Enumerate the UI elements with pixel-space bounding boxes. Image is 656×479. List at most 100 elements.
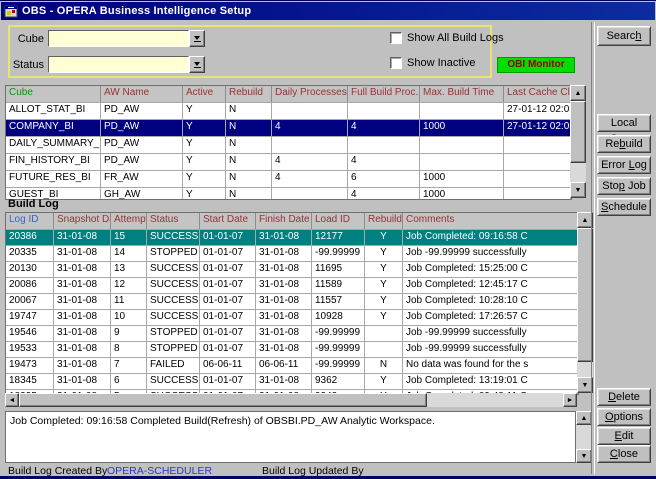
comment-box-scrollbar[interactable]: ▲ ▼ bbox=[576, 411, 592, 463]
build-log-row[interactable]: 2006731-01-0811SUCCESS01-01-0731-01-0811… bbox=[6, 294, 578, 310]
grid-cell: 31-01-08 bbox=[54, 278, 111, 293]
grid-cell: 31-01-08 bbox=[256, 278, 312, 293]
build-log-row[interactable]: 1953331-01-088STOPPED01-01-0731-01-08-99… bbox=[6, 342, 578, 358]
obi-monitor-indicator[interactable]: OBI Monitor bbox=[497, 57, 575, 73]
grid-cell: 31-01-08 bbox=[54, 310, 111, 325]
grid-cell: 4 bbox=[272, 120, 348, 136]
grid-cell: Job Completed: 09:16:58 C bbox=[403, 230, 578, 245]
grid-cell bbox=[420, 103, 504, 119]
grid-cell: 31-01-08 bbox=[54, 358, 111, 373]
grid-cell: 19546 bbox=[6, 326, 54, 341]
grid-cell: 31-01-08 bbox=[54, 246, 111, 261]
grid-cell: Job -99.99999 successfully bbox=[403, 326, 578, 341]
cube-dropdown-button[interactable] bbox=[189, 30, 205, 47]
grid-cell: SUCCESS bbox=[147, 374, 200, 389]
stop-job-button[interactable]: Stop Job bbox=[597, 177, 651, 195]
cube-grid: CubeAW NameActiveRebuildDaily ProcessesF… bbox=[5, 85, 572, 200]
grid-cell: 27-01-12 02:05 PM bbox=[504, 103, 571, 119]
rebuild-button[interactable]: Rebuild bbox=[597, 135, 651, 153]
show-all-build-logs-checkbox[interactable] bbox=[390, 32, 402, 44]
grid-cell: 11589 bbox=[312, 278, 365, 293]
options-button[interactable]: Options bbox=[597, 408, 651, 426]
grid-cell: 31-01-08 bbox=[54, 326, 111, 341]
grid-cell: Y bbox=[365, 230, 403, 245]
grid-cell: FR_AW bbox=[101, 171, 183, 187]
edit-button[interactable]: Edit bbox=[597, 427, 651, 445]
scrollbar-thumb[interactable] bbox=[570, 101, 586, 163]
grid-cell: DAILY_SUMMARY_BI bbox=[6, 137, 101, 153]
grid-cell: 31-01-08 bbox=[256, 294, 312, 309]
cube-grid-row[interactable]: GUEST_BIGH_AWYN41000 bbox=[6, 188, 571, 200]
grid-cell: N bbox=[226, 120, 272, 136]
panel-separator bbox=[591, 22, 595, 474]
build-log-row[interactable]: 2013031-01-0813SUCCESS01-01-0731-01-0811… bbox=[6, 262, 578, 278]
grid-cell: 31-01-08 bbox=[54, 342, 111, 357]
grid-cell: 31-01-08 bbox=[256, 246, 312, 261]
grid-cell: Y bbox=[183, 154, 226, 170]
title-bar: OBS - OPERA Business Intelligence Setup bbox=[1, 2, 655, 20]
grid-header-cell: Daily Processes bbox=[272, 86, 348, 102]
local-sync-button[interactable]: Local Sync. bbox=[597, 114, 651, 132]
build-log-row[interactable]: 1974731-01-0810SUCCESS01-01-0731-01-0810… bbox=[6, 310, 578, 326]
cube-grid-row-header: CubeAW NameActiveRebuildDaily ProcessesF… bbox=[6, 86, 571, 103]
scrollbar-down-icon[interactable]: ▼ bbox=[576, 449, 592, 463]
build-log-row[interactable]: 2033531-01-0814STOPPED01-01-0731-01-08-9… bbox=[6, 246, 578, 262]
error-log-button[interactable]: Error Log bbox=[597, 156, 651, 174]
grid-header-cell: Log ID bbox=[6, 213, 54, 229]
delete-log-button[interactable]: Delete Log bbox=[597, 388, 651, 406]
status-field[interactable] bbox=[48, 56, 189, 73]
grid-cell: SUCCESS bbox=[147, 262, 200, 277]
grid-cell: Job Completed: 12:45:17 C bbox=[403, 278, 578, 293]
build-log-row[interactable]: 1834531-01-086SUCCESS01-01-0731-01-08936… bbox=[6, 374, 578, 390]
cube-field[interactable] bbox=[48, 30, 189, 47]
grid-cell: SUCCESS bbox=[147, 278, 200, 293]
grid-cell bbox=[348, 137, 420, 153]
cube-grid-row[interactable]: ALLOT_STAT_BIPD_AWYN27-01-12 02:05 PM bbox=[6, 103, 571, 120]
grid-cell: 9 bbox=[111, 326, 147, 341]
search-button[interactable]: Search bbox=[597, 26, 651, 46]
grid-cell: N bbox=[226, 137, 272, 153]
app-icon bbox=[4, 4, 18, 18]
build-log-grid: Log IDSnapshot DateAttemptStatusStart Da… bbox=[5, 212, 579, 395]
grid-cell: SUCCESS bbox=[147, 230, 200, 245]
build-log-row[interactable]: 2008631-01-0812SUCCESS01-01-0731-01-0811… bbox=[6, 278, 578, 294]
cube-grid-row[interactable]: COMPANY_BIPD_AWYN44100027-01-12 02:05 PM bbox=[6, 120, 571, 137]
status-dropdown-button[interactable] bbox=[189, 56, 205, 73]
grid-cell: 4 bbox=[272, 171, 348, 187]
schedule-button[interactable]: Schedule bbox=[597, 198, 651, 216]
grid-cell: 4 bbox=[272, 154, 348, 170]
cube-grid-row[interactable]: FIN_HISTORY_BIPD_AWYN44 bbox=[6, 154, 571, 171]
grid-cell: 11557 bbox=[312, 294, 365, 309]
grid-cell: 31-01-08 bbox=[256, 342, 312, 357]
close-button[interactable]: Close bbox=[597, 445, 651, 463]
cube-grid-row[interactable]: DAILY_SUMMARY_BIPD_AWYN bbox=[6, 137, 571, 154]
show-inactive-checkbox[interactable] bbox=[390, 57, 402, 69]
build-log-row[interactable]: 1947331-01-087FAILED06-06-1106-06-11-99.… bbox=[6, 358, 578, 374]
grid-cell: PD_AW bbox=[101, 154, 183, 170]
grid-cell: 31-01-08 bbox=[54, 294, 111, 309]
grid-cell: Job Completed: 10:28:10 C bbox=[403, 294, 578, 309]
cube-grid-row[interactable]: FUTURE_RES_BIFR_AWYN461000 bbox=[6, 171, 571, 188]
scrollbar-left-icon[interactable]: ◄ bbox=[5, 393, 19, 407]
comment-box[interactable]: Job Completed: 09:16:58 Completed Build(… bbox=[5, 411, 576, 463]
grid-header-cell: Last Cache Clear bbox=[504, 86, 571, 102]
grid-cell: SUCCESS bbox=[147, 294, 200, 309]
grid-cell: 15 bbox=[111, 230, 147, 245]
scrollbar-thumb[interactable] bbox=[19, 393, 427, 407]
scrollbar-up-icon[interactable]: ▲ bbox=[576, 411, 592, 425]
build-log-section-label: Build Log bbox=[8, 198, 59, 210]
build-log-row[interactable]: 1954631-01-089STOPPED01-01-0731-01-08-99… bbox=[6, 326, 578, 342]
scrollbar-up-icon[interactable]: ▲ bbox=[570, 85, 586, 101]
build-log-row[interactable]: 2038631-01-0815SUCCESS01-01-0731-01-0812… bbox=[6, 230, 578, 246]
cube-grid-scrollbar[interactable]: ▲ ▼ bbox=[570, 85, 586, 198]
grid-cell: 01-01-07 bbox=[200, 374, 256, 389]
scrollbar-down-icon[interactable]: ▼ bbox=[570, 182, 586, 198]
scrollbar-right-icon[interactable]: ► bbox=[563, 393, 577, 407]
grid-cell: Y bbox=[365, 262, 403, 277]
grid-cell: 12 bbox=[111, 278, 147, 293]
grid-cell: 6 bbox=[111, 374, 147, 389]
grid-cell: 12177 bbox=[312, 230, 365, 245]
build-log-hscrollbar[interactable]: ◄ ► bbox=[5, 393, 577, 407]
grid-cell: Y bbox=[183, 171, 226, 187]
grid-cell: N bbox=[226, 103, 272, 119]
